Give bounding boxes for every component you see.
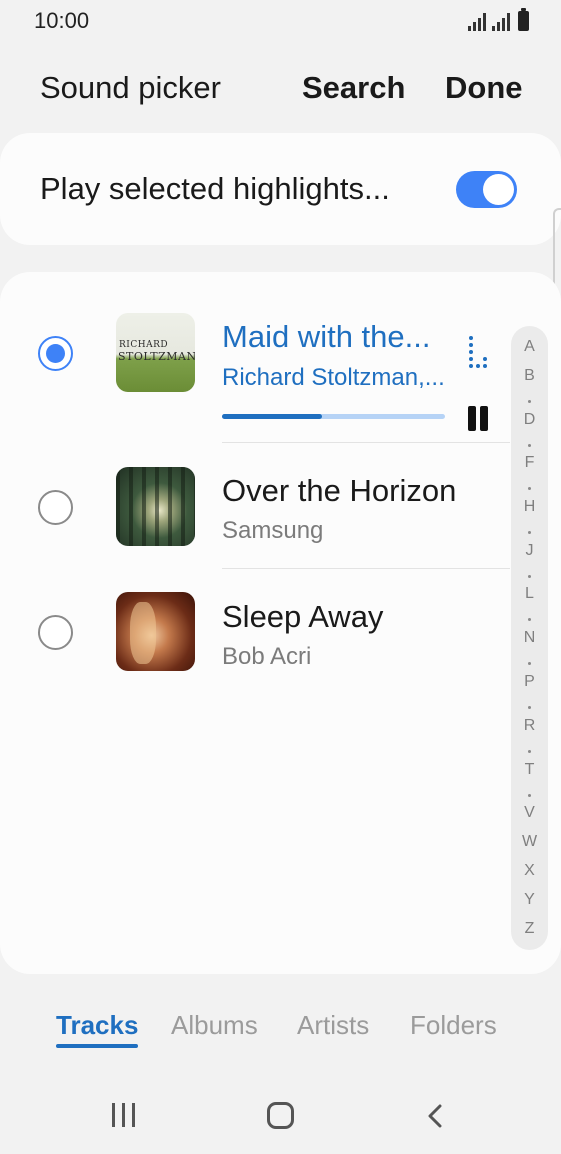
divider: [222, 442, 510, 443]
index-separator-dot: [528, 531, 531, 534]
tab-tracks[interactable]: Tracks: [56, 1010, 138, 1041]
pause-icon[interactable]: [466, 404, 490, 432]
index-letter[interactable]: B: [511, 367, 548, 385]
signal-icon: [468, 13, 486, 31]
radio-button[interactable]: [38, 490, 73, 525]
status-icons: [468, 8, 529, 31]
index-separator-dot: [528, 400, 531, 403]
status-time: 10:00: [34, 8, 90, 33]
index-separator-dot: [528, 750, 531, 753]
track-artist: Samsung: [222, 517, 324, 544]
highlights-label: Play selected highlights...: [40, 171, 390, 206]
tab-artists[interactable]: Artists: [297, 1010, 369, 1041]
index-separator-dot: [528, 444, 531, 447]
index-letter[interactable]: X: [511, 862, 548, 880]
track-title: Maid with the...: [222, 319, 431, 354]
index-separator-dot: [528, 662, 531, 665]
index-letter[interactable]: W: [511, 833, 548, 851]
index-letter[interactable]: R: [511, 717, 548, 735]
page-title: Sound picker: [40, 70, 221, 105]
playback-progress[interactable]: [222, 414, 445, 419]
piano-image: [130, 602, 156, 664]
navigation-bar: [0, 1076, 561, 1154]
index-separator-dot: [528, 618, 531, 621]
home-icon[interactable]: [267, 1102, 294, 1129]
index-letter[interactable]: V: [511, 804, 548, 822]
tab-albums[interactable]: Albums: [171, 1010, 258, 1041]
signal-icon: [492, 13, 510, 31]
recent-apps-icon[interactable]: [111, 1103, 137, 1127]
track-artist: Richard Stoltzman,...: [222, 364, 445, 391]
tab-bar: Tracks Albums Artists Folders: [0, 1000, 561, 1060]
track-artist: Bob Acri: [222, 643, 312, 670]
track-title: Sleep Away: [222, 599, 384, 634]
status-bar: 10:00: [0, 0, 561, 44]
highlight-dots-icon[interactable]: [466, 336, 490, 370]
track-title: Over the Horizon: [222, 473, 457, 508]
index-letter[interactable]: D: [511, 411, 548, 429]
index-separator-dot: [528, 794, 531, 797]
index-letter[interactable]: H: [511, 498, 548, 516]
battery-icon: [518, 8, 529, 31]
divider: [222, 568, 510, 569]
album-art-text: RICHARD: [119, 340, 169, 350]
radio-button[interactable]: [38, 615, 73, 650]
progress-fill: [222, 414, 323, 419]
album-art: RICHARD STOLTZMAN: [116, 313, 195, 392]
search-button[interactable]: Search: [302, 70, 405, 106]
index-letter[interactable]: J: [511, 542, 548, 560]
toggle-knob: [483, 174, 514, 205]
index-letter[interactable]: A: [511, 338, 548, 356]
tab-folders[interactable]: Folders: [410, 1010, 497, 1041]
index-letter[interactable]: Y: [511, 891, 548, 909]
done-button[interactable]: Done: [445, 70, 523, 106]
active-tab-indicator: [56, 1044, 138, 1048]
index-separator-dot: [528, 706, 531, 709]
alphabet-index-scroller[interactable]: AB D F H J L N P R T VWXYZ: [511, 326, 548, 950]
index-separator-dot: [528, 575, 531, 578]
header: Sound picker Search Done: [0, 60, 561, 118]
index-letter[interactable]: L: [511, 585, 548, 603]
back-icon[interactable]: [426, 1104, 444, 1128]
radio-button[interactable]: [38, 336, 73, 371]
album-art: [116, 592, 195, 671]
index-letter[interactable]: P: [511, 673, 548, 691]
album-art: [116, 467, 195, 546]
index-letter[interactable]: N: [511, 629, 548, 647]
index-separator-dot: [528, 487, 531, 490]
index-letter[interactable]: T: [511, 761, 548, 779]
index-letter[interactable]: F: [511, 454, 548, 472]
index-letter[interactable]: Z: [511, 920, 548, 938]
album-art-text: STOLTZMAN: [118, 350, 195, 363]
highlights-toggle[interactable]: [456, 171, 517, 208]
forest-image: [116, 467, 195, 546]
